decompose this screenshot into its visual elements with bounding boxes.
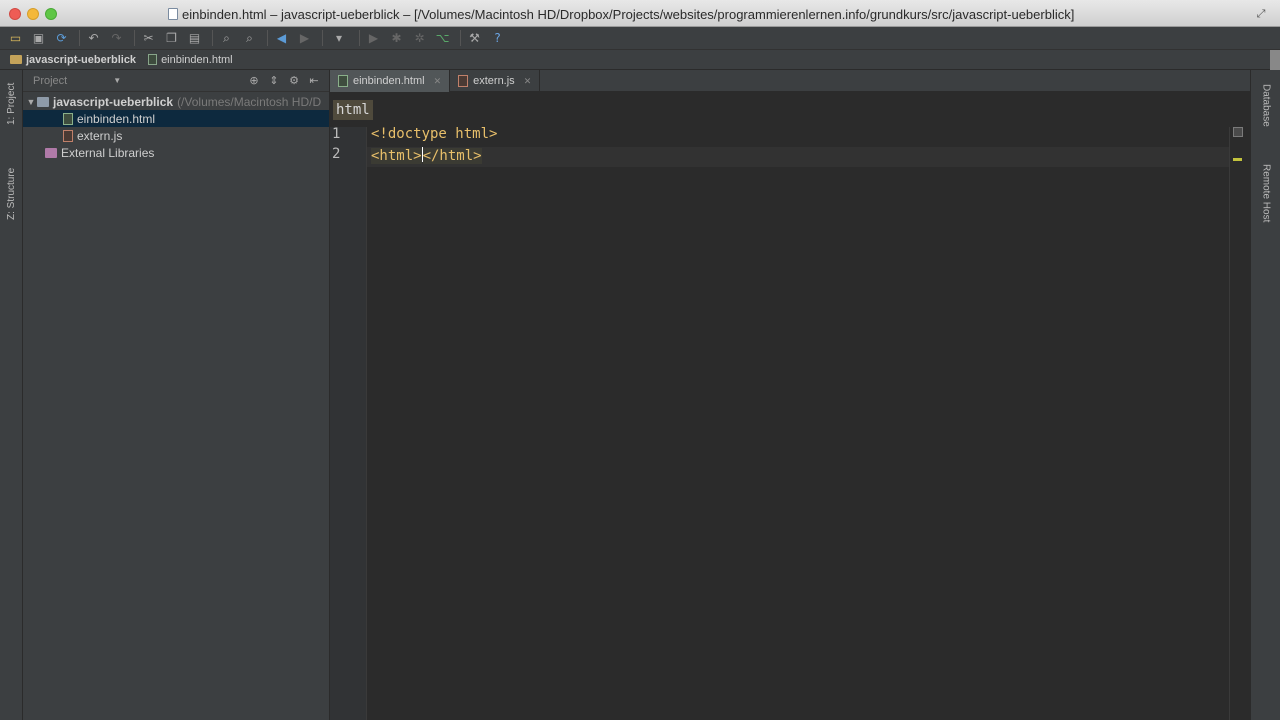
editor-tab-bar: einbinden.html ✕ extern.js ✕	[330, 70, 1250, 92]
run-config-dropdown-icon[interactable]: ▾	[327, 29, 351, 48]
window-title: einbinden.html – javascript-ueberblick –…	[168, 6, 1074, 22]
inspection-status-icon[interactable]	[1233, 127, 1243, 137]
scroll-from-source-icon[interactable]: ⊕	[247, 73, 261, 89]
tree-item-label: External Libraries	[61, 145, 155, 160]
project-panel-header: Project ▼ ⊕ ⇕ ⚙ ⇤	[23, 70, 329, 92]
tree-item-label: javascript-ueberblick	[53, 94, 174, 109]
open-folder-icon[interactable]: ▭	[6, 29, 25, 48]
nav-crumb-file[interactable]: einbinden.html	[148, 54, 233, 66]
js-file-icon	[63, 129, 73, 142]
tool-tab-remote-host[interactable]: Remote Host	[1257, 164, 1275, 244]
undo-icon[interactable]: ↶	[84, 29, 103, 48]
save-icon[interactable]: ▣	[29, 29, 48, 48]
close-tab-icon[interactable]: ✕	[524, 76, 532, 87]
tool-tab-database[interactable]: Database	[1257, 84, 1275, 144]
minimize-window-button[interactable]	[27, 8, 39, 20]
cut-icon[interactable]: ✂	[139, 29, 158, 48]
tool-tab-structure[interactable]: Z: Structure	[2, 158, 21, 230]
toolbar-separator	[322, 30, 323, 46]
code-tag-close: </html>	[422, 148, 482, 164]
settings-icon[interactable]: ⚒	[465, 29, 484, 48]
line-number: 2	[332, 146, 341, 162]
code-editor[interactable]: <!doctype html> <html></html>	[367, 127, 1229, 720]
project-view-selector[interactable]: Project	[33, 75, 67, 87]
tree-item-einbinden-html[interactable]: einbinden.html	[23, 110, 329, 127]
nav-crumb-label: javascript-ueberblick	[26, 53, 137, 66]
html-file-icon	[338, 75, 348, 87]
back-icon[interactable]: ◀	[272, 29, 291, 48]
folder-icon	[37, 96, 49, 107]
redo-icon[interactable]: ↷	[107, 29, 126, 48]
title-bar: einbinden.html – javascript-ueberblick –…	[0, 0, 1280, 27]
coverage-icon[interactable]: ✲	[410, 29, 429, 48]
html-file-icon	[148, 54, 158, 65]
tab-label: einbinden.html	[353, 75, 425, 87]
main-toolbar: ▭ ▣ ⟳ ↶ ↷ ✂ ❐ ▤ ⌕ ⌕ ◀ ▶ ▾ ▶ ✱ ✲ ⌥ ⚒ ?	[0, 27, 1280, 50]
code-tag-open: <html>	[371, 148, 422, 164]
toolbar-separator	[79, 30, 80, 46]
copy-icon[interactable]: ❐	[162, 29, 181, 48]
debug-icon[interactable]: ✱	[387, 29, 406, 48]
nav-crumb-project[interactable]: javascript-ueberblick	[10, 54, 136, 66]
tab-label: extern.js	[473, 75, 515, 87]
code-line-2[interactable]: <html></html>	[367, 147, 1229, 167]
close-window-button[interactable]	[9, 8, 21, 20]
project-panel-tools: ⊕ ⇕ ⚙ ⇤	[247, 73, 321, 89]
tree-item-project-root[interactable]: ▼ javascript-ueberblick (/Volumes/Macint…	[23, 93, 329, 110]
chevron-down-icon[interactable]: ▼	[113, 76, 121, 85]
find-icon[interactable]: ⌕	[217, 29, 236, 48]
code-line-1[interactable]: <!doctype html>	[367, 127, 1229, 147]
warning-marker[interactable]	[1233, 158, 1242, 161]
editor-breadcrumb[interactable]: html	[333, 100, 373, 120]
toolbar-separator	[267, 30, 268, 46]
library-icon	[45, 147, 57, 158]
tree-item-label: einbinden.html	[77, 111, 156, 126]
document-proxy-icon	[168, 8, 178, 20]
tab-einbinden-html[interactable]: einbinden.html ✕	[330, 70, 451, 92]
window-scrollbar[interactable]	[1270, 50, 1280, 70]
collapse-all-icon[interactable]: ⇕	[267, 73, 281, 89]
project-panel: Project ▼ ⊕ ⇕ ⚙ ⇤ ▼ javascript-ueberblic…	[23, 70, 330, 720]
folder-icon	[10, 55, 22, 64]
tab-extern-js[interactable]: extern.js ✕	[450, 70, 541, 92]
fullscreen-icon[interactable]: ⤢	[1254, 7, 1268, 21]
toolbar-separator	[134, 30, 135, 46]
html-file-icon	[63, 112, 73, 125]
tree-item-path: (/Volumes/Macintosh HD/D	[177, 94, 322, 109]
hide-panel-icon[interactable]: ⇤	[307, 73, 321, 89]
line-number: 1	[332, 126, 341, 142]
editor-breadcrumb-bar: html	[330, 92, 1250, 127]
forward-icon[interactable]: ▶	[295, 29, 314, 48]
gear-icon[interactable]: ⚙	[287, 73, 301, 89]
right-tool-strip: Database Remote Host	[1250, 70, 1280, 720]
line-number-gutter: 1 2	[330, 127, 367, 720]
code-text: <!doctype html>	[371, 126, 498, 142]
window-title-text: einbinden.html – javascript-ueberblick –…	[182, 6, 1075, 22]
toolbar-separator	[359, 30, 360, 46]
navigation-bar: javascript-ueberblick einbinden.html	[0, 50, 1280, 70]
toolbar-separator	[460, 30, 461, 46]
nav-crumb-label: einbinden.html	[161, 53, 233, 66]
error-marker-stripe[interactable]	[1229, 127, 1246, 720]
close-tab-icon[interactable]: ✕	[434, 76, 442, 87]
sync-icon[interactable]: ⟳	[52, 29, 71, 48]
expand-triangle-icon[interactable]: ▼	[25, 97, 37, 107]
help-icon[interactable]: ?	[488, 29, 507, 48]
left-tool-strip: 1: Project Z: Structure	[0, 70, 23, 720]
paste-icon[interactable]: ▤	[185, 29, 204, 48]
toolbar-separator	[212, 30, 213, 46]
vcs-icon[interactable]: ⌥	[433, 29, 452, 48]
zoom-window-button[interactable]	[45, 8, 57, 20]
tree-item-extern-js[interactable]: extern.js	[23, 127, 329, 144]
replace-icon[interactable]: ⌕	[240, 29, 259, 48]
js-file-icon	[458, 75, 469, 87]
run-icon[interactable]: ▶	[364, 29, 383, 48]
tree-item-label: extern.js	[77, 128, 123, 143]
tree-item-external-libraries[interactable]: External Libraries	[23, 144, 329, 161]
tool-tab-project[interactable]: 1: Project	[2, 76, 21, 132]
